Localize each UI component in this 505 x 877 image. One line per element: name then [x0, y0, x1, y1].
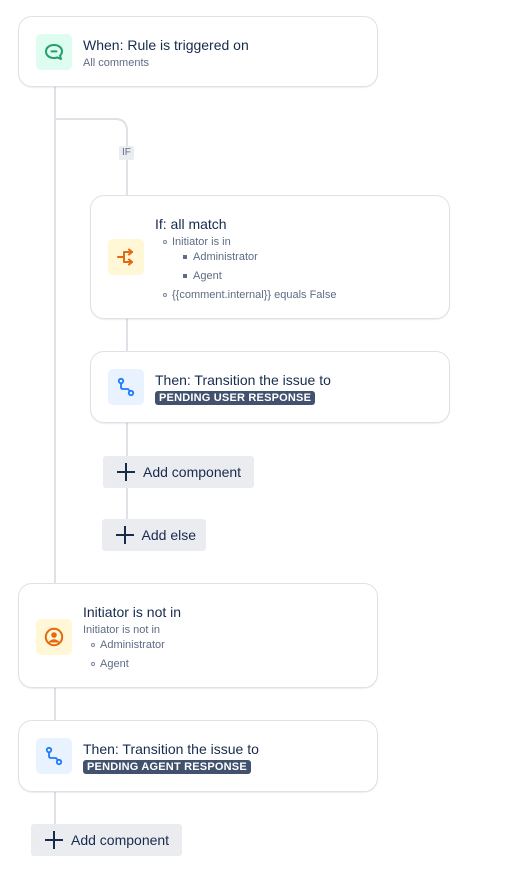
comment-icon — [45, 44, 63, 60]
trigger-subtitle: All comments — [83, 57, 150, 69]
transition-icon-tile — [36, 738, 72, 774]
plus-icon — [45, 831, 63, 849]
initiator-title: Initiator is not in — [83, 604, 182, 620]
plus-icon — [117, 463, 135, 481]
transition-icon — [45, 746, 63, 766]
condition-item: {{comment.internal}} equals False — [163, 289, 337, 301]
add-else-label: Add else — [141, 527, 196, 543]
add-component-label: Add component — [71, 832, 170, 848]
transition-icon — [117, 377, 135, 397]
initiator-value: Agent — [91, 658, 129, 670]
add-component-button[interactable]: Add component — [31, 824, 182, 856]
initiator-icon-tile — [36, 619, 72, 655]
main-connector-line — [54, 687, 56, 721]
if-branch-badge: IF — [119, 146, 134, 160]
plus-icon — [116, 526, 134, 544]
status-lozenge: PENDING AGENT RESPONSE — [83, 760, 251, 774]
then-transition-card[interactable]: Then: Transition the issue to PENDING US… — [90, 351, 450, 423]
if-title: If: all match — [155, 216, 227, 232]
initiator-subtitle: Initiator is not in — [83, 624, 161, 636]
add-else-button[interactable]: Add else — [102, 519, 206, 551]
trigger-card[interactable]: When: Rule is triggered on All comments — [18, 16, 378, 87]
then-transition-card[interactable]: Then: Transition the issue to PENDING AG… — [18, 720, 378, 792]
then-title: Then: Transition the issue to — [83, 741, 259, 757]
branch-connector-line — [126, 318, 128, 352]
if-icon-tile — [108, 239, 144, 275]
condition-item: Initiator is in — [163, 236, 231, 248]
trigger-icon-tile — [36, 34, 72, 70]
transition-icon-tile — [108, 369, 144, 405]
initiator-condition-card[interactable]: Initiator is not in Initiator is not in … — [18, 583, 378, 688]
condition-value: Agent — [183, 270, 222, 282]
condition-value: Administrator — [183, 251, 258, 263]
then-title: Then: Transition the issue to — [155, 372, 331, 388]
add-component-button[interactable]: Add component — [103, 456, 254, 488]
main-connector-line — [54, 791, 56, 825]
initiator-value: Administrator — [91, 639, 165, 651]
add-component-label: Add component — [143, 464, 242, 480]
trigger-title: When: Rule is triggered on — [83, 37, 249, 53]
user-icon — [44, 627, 64, 647]
branch-icon — [117, 248, 133, 266]
if-condition-card[interactable]: If: all match Initiator is in Administra… — [90, 195, 450, 319]
status-lozenge: PENDING USER RESPONSE — [155, 391, 316, 405]
